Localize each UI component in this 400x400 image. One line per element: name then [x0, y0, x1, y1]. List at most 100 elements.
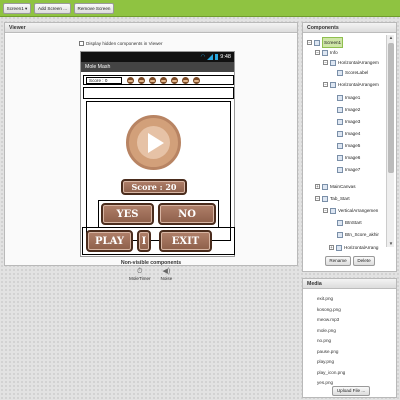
- yes-no-arrangement: YES NO: [98, 200, 219, 228]
- clock-icon: ⏱: [137, 268, 143, 275]
- screen-icon: [314, 39, 320, 46]
- components-panel: Components − Screen1 − Info − Horizontal…: [302, 22, 397, 272]
- image-icon: [337, 118, 343, 125]
- viewer-title: Viewer: [5, 23, 297, 33]
- arrangement-icon: [322, 195, 328, 202]
- tree-node-tab-start[interactable]: − Tab_Start: [315, 194, 350, 203]
- mole-head-icon[interactable]: [127, 77, 134, 84]
- mole-images-row: [127, 77, 200, 84]
- image-icon: [337, 130, 343, 137]
- hidden-components-toggle[interactable]: Display hidden components in Viewer: [79, 41, 163, 46]
- collapse-icon[interactable]: −: [323, 82, 328, 87]
- media-item[interactable]: kosong.png: [317, 305, 345, 316]
- noise-label: Noise: [160, 276, 173, 281]
- collapse-icon[interactable]: −: [315, 196, 320, 201]
- exit-button[interactable]: EXIT: [159, 230, 212, 252]
- tree-node-info[interactable]: − Info: [315, 48, 338, 57]
- mole-head-icon[interactable]: [182, 77, 189, 84]
- components-scrollbar[interactable]: ▲ ▼: [386, 35, 394, 247]
- tree-node-screen1[interactable]: − Screen1: [307, 37, 344, 48]
- mole-head-icon[interactable]: [171, 77, 178, 84]
- mole-head-icon[interactable]: [138, 77, 145, 84]
- tree-node-vertical[interactable]: − VerticalArrangemen: [323, 206, 378, 215]
- tree-node-image7[interactable]: Image7: [337, 165, 360, 174]
- tree-node-maincanvas[interactable]: + MainCanvas: [315, 182, 356, 191]
- speaker-icon: ◀): [162, 268, 171, 275]
- mole-timer-component[interactable]: ⏱ MoleTimer: [129, 267, 151, 281]
- media-item[interactable]: play_icon.png: [317, 368, 345, 379]
- pause-button[interactable]: I: [137, 230, 151, 252]
- media-panel: Media exit.png kosong.png meow.mp3 mole.…: [302, 278, 397, 398]
- noise-component[interactable]: ◀) Noise: [161, 267, 173, 281]
- tree-node-image6[interactable]: Image6: [337, 153, 360, 162]
- media-item[interactable]: exit.png: [317, 294, 345, 305]
- tree-node-image1[interactable]: Image1: [337, 93, 360, 102]
- no-button[interactable]: NO: [158, 203, 216, 225]
- tree-node-image3[interactable]: Image3: [337, 117, 360, 126]
- media-item[interactable]: no.png: [317, 336, 345, 347]
- media-list: exit.png kosong.png meow.mp3 mole.png no…: [317, 294, 345, 389]
- scroll-up-icon[interactable]: ▲: [387, 35, 395, 41]
- image-icon: [337, 166, 343, 173]
- info-arrangement[interactable]: Score : 0: [83, 75, 234, 85]
- image-icon: [337, 142, 343, 149]
- play-button[interactable]: PLAY: [86, 230, 133, 252]
- components-title: Components: [303, 23, 396, 33]
- nonvisible-title: Non-visible components: [120, 260, 182, 266]
- clock-text: 9:48: [220, 54, 231, 60]
- mole-head-icon[interactable]: [160, 77, 167, 84]
- tree-node-horizontal-2[interactable]: − HorizontalArrangem: [323, 80, 379, 89]
- mole-head-icon[interactable]: [193, 77, 200, 84]
- hidden-components-checkbox[interactable]: [79, 41, 84, 46]
- collapse-icon[interactable]: −: [315, 50, 320, 55]
- bottom-arrangement: PLAY I EXIT: [82, 227, 235, 255]
- rename-button[interactable]: Rename: [325, 256, 351, 266]
- mole-head-icon[interactable]: [149, 77, 156, 84]
- tree-node-btnstart[interactable]: BtnStart: [337, 218, 362, 227]
- tree-node-image2[interactable]: Image2: [337, 105, 360, 114]
- scroll-thumb[interactable]: [388, 43, 394, 173]
- remove-screen-button[interactable]: Remove Screen: [74, 3, 114, 14]
- upload-file-button[interactable]: Upload File ...: [332, 386, 370, 396]
- component-tree: − Screen1 − Info − HorizontalArrangem Sc…: [305, 35, 384, 271]
- start-arrangement[interactable]: Score : 20 YES NO: [86, 101, 231, 241]
- media-item[interactable]: meow.mp3: [317, 315, 345, 326]
- tree-node-image4[interactable]: Image4: [337, 129, 360, 138]
- add-screen-button[interactable]: Add Screen ...: [34, 3, 71, 14]
- collapse-icon[interactable]: −: [323, 60, 328, 65]
- tree-node-scorelabel[interactable]: ScoreLabel: [337, 68, 368, 77]
- main-canvas[interactable]: [83, 87, 234, 99]
- yes-button[interactable]: YES: [101, 203, 154, 225]
- score-label[interactable]: Score : 0: [86, 77, 122, 84]
- wifi-icon: ◠: [200, 54, 206, 60]
- expand-icon[interactable]: +: [315, 184, 320, 189]
- viewer-body: Display hidden components in Viewer ◠ 9:…: [5, 34, 297, 281]
- expand-icon[interactable]: +: [329, 245, 334, 250]
- tree-node-image5[interactable]: Image5: [337, 141, 360, 150]
- label-icon: [337, 69, 343, 76]
- screen-select-dropdown[interactable]: Screen1 ▾: [3, 3, 31, 14]
- hidden-components-label: Display hidden components in Viewer: [86, 41, 163, 46]
- tree-node-horizontal-1[interactable]: − HorizontalArrangem: [323, 58, 379, 67]
- arrangement-icon: [330, 207, 336, 214]
- media-item[interactable]: mole.png: [317, 326, 345, 337]
- canvas-icon: [322, 183, 328, 190]
- phone-preview: ◠ 9:48 Mole Mash Score : 0 Score: 20 YE…: [80, 51, 235, 257]
- button-icon: [337, 231, 343, 238]
- media-item[interactable]: pause.png: [317, 347, 345, 358]
- scroll-down-icon[interactable]: ▼: [387, 241, 395, 247]
- delete-button[interactable]: Delete: [353, 256, 375, 266]
- mole-timer-label: MoleTimer: [129, 276, 151, 281]
- play-circle-icon[interactable]: [126, 115, 181, 170]
- button-icon: [337, 219, 343, 226]
- score-button[interactable]: Score : 20: [121, 179, 187, 195]
- tree-node-horizontal-3[interactable]: + HorizontalArrang: [329, 243, 378, 252]
- tree-node-btn-score-akhir[interactable]: Btn_Score_akhir: [337, 230, 379, 239]
- media-item[interactable]: play.png: [317, 357, 345, 368]
- app-title-bar: Mole Mash: [81, 62, 234, 72]
- collapse-icon[interactable]: −: [323, 208, 328, 213]
- arrangement-icon: [330, 81, 336, 88]
- arrangement-icon: [336, 244, 342, 251]
- collapse-icon[interactable]: −: [307, 40, 312, 45]
- battery-icon: [215, 54, 219, 60]
